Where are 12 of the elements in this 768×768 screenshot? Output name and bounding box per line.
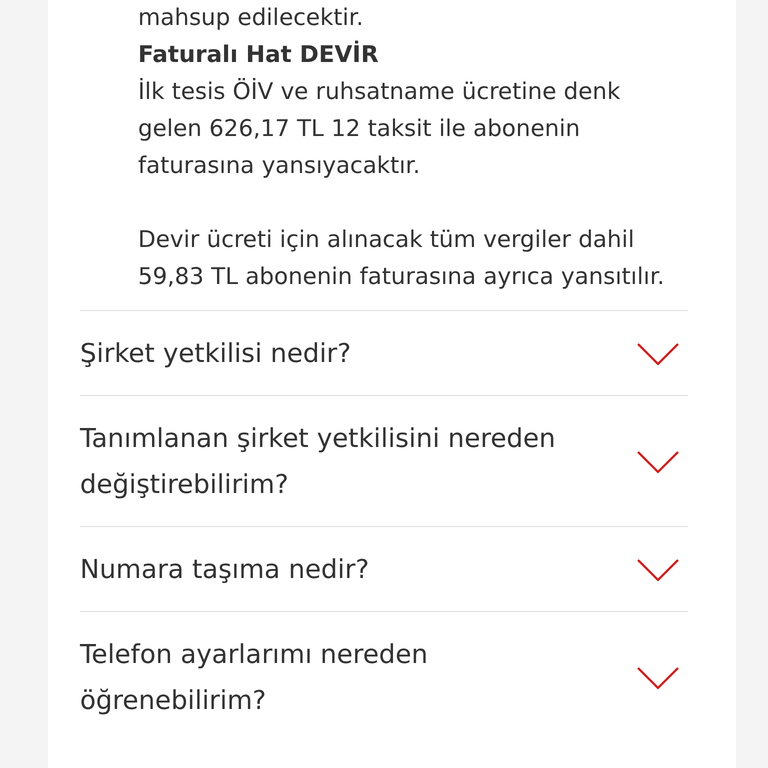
faq-question[interactable]: Şirket yetkilisi nedir?: [80, 331, 352, 377]
faq-question[interactable]: Telefon ayarlarımı nereden öğrenebilirim?: [80, 632, 580, 724]
chevron-icon[interactable]: [636, 666, 680, 690]
faq-question[interactable]: Tanımlanan şirket yetkilisini nereden değiştirebilirim?: [80, 416, 580, 508]
section-heading: Faturalı Hat DEVİR: [138, 40, 380, 70]
chevron-icon[interactable]: [636, 558, 680, 582]
chevron-icon[interactable]: [636, 450, 680, 474]
chevron-icon[interactable]: [636, 342, 680, 366]
answer-paragraph: mahsup edilecektir.: [138, 4, 364, 33]
faq-question[interactable]: Numara taşıma nedir?: [80, 547, 370, 593]
answer-paragraph: Devir ücreti için alınacak tüm vergiler dahil 59,83 TL abonenin faturasına ayrıca yansıtılır.: [138, 226, 666, 292]
answer-paragraph: İlk tesis ÖİV ve ruhsatname ücretine denk gelen 626,17 TL 12 taksit ile abonenin faturasına yansıyacaktır.: [138, 77, 622, 181]
